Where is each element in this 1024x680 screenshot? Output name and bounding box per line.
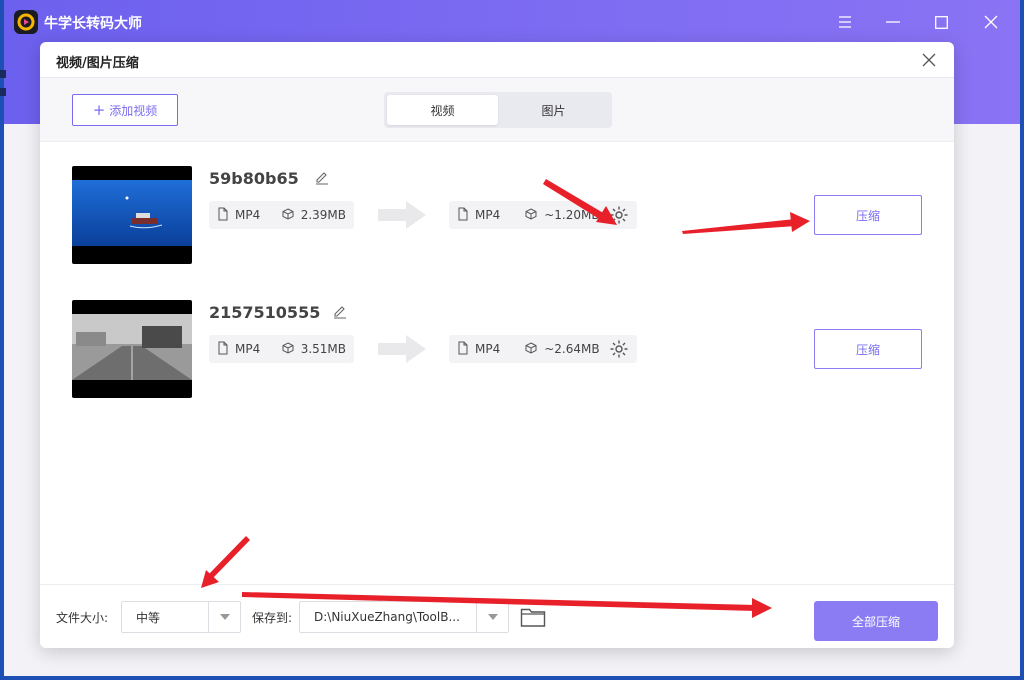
background-fragment bbox=[0, 70, 6, 78]
source-format: MP4 bbox=[235, 342, 261, 356]
open-folder-icon[interactable] bbox=[520, 606, 546, 628]
file-name: 59b80b65 bbox=[209, 169, 299, 188]
dialog-footer: 文件大小: 中等 保存到: D:\NiuXueZhang\ToolB... 全部… bbox=[40, 584, 954, 648]
background-fragment bbox=[0, 88, 6, 96]
dialog-close-icon[interactable] bbox=[920, 51, 938, 69]
source-size: 2.39MB bbox=[300, 208, 346, 222]
file-size-icon bbox=[281, 341, 295, 358]
add-video-button[interactable]: + 添加视频 bbox=[72, 94, 178, 126]
thumbnail-street-image bbox=[72, 314, 192, 380]
window-close-icon[interactable] bbox=[976, 8, 1006, 36]
app-logo-icon bbox=[14, 10, 38, 34]
minimize-icon[interactable] bbox=[878, 8, 908, 36]
add-video-label: 添加视频 bbox=[109, 103, 158, 118]
file-size-label: 文件大小: bbox=[56, 611, 109, 625]
video-thumbnail[interactable] bbox=[72, 166, 192, 264]
output-size: ~2.64MB bbox=[544, 342, 600, 356]
edit-name-icon[interactable] bbox=[332, 304, 348, 320]
compress-button[interactable]: 压缩 bbox=[814, 329, 922, 369]
source-format: MP4 bbox=[235, 208, 261, 222]
file-format-icon bbox=[457, 207, 469, 224]
output-format: MP4 bbox=[475, 342, 501, 356]
convert-arrow-icon bbox=[376, 333, 428, 365]
file-size-icon bbox=[524, 207, 538, 224]
media-type-tabs: 视频 图片 bbox=[384, 92, 612, 128]
tab-image[interactable]: 图片 bbox=[498, 95, 609, 125]
thumbnail-ocean-image bbox=[72, 180, 192, 246]
plus-icon: + bbox=[92, 100, 106, 119]
save-path-value: D:\NiuXueZhang\ToolB... bbox=[314, 610, 460, 624]
output-settings-gear-icon[interactable] bbox=[609, 205, 629, 225]
save-path-select[interactable]: D:\NiuXueZhang\ToolB... bbox=[299, 601, 509, 633]
video-thumbnail[interactable] bbox=[72, 300, 192, 398]
tab-video[interactable]: 视频 bbox=[387, 95, 498, 125]
convert-arrow-icon bbox=[376, 199, 428, 231]
file-list: 59b80b65 MP4 2.39MB MP4 ~1.20MB 压缩 21575… bbox=[40, 142, 954, 584]
file-name: 2157510555 bbox=[209, 303, 321, 322]
output-settings-gear-icon[interactable] bbox=[609, 339, 629, 359]
file-format-icon bbox=[457, 341, 469, 358]
compress-dialog: 视频/图片压缩 + 添加视频 视频 图片 59b80b65 MP4 2.39MB… bbox=[40, 42, 954, 648]
menu-icon[interactable] bbox=[830, 8, 860, 36]
file-size-value: 中等 bbox=[136, 610, 161, 625]
file-size-icon bbox=[524, 341, 538, 358]
compress-button[interactable]: 压缩 bbox=[814, 195, 922, 235]
output-format: MP4 bbox=[475, 208, 501, 222]
save-to-label: 保存到: bbox=[252, 611, 293, 625]
dialog-title: 视频/图片压缩 bbox=[56, 56, 139, 71]
output-size: ~1.20MB bbox=[544, 208, 600, 222]
file-format-icon bbox=[217, 207, 229, 224]
file-size-icon bbox=[281, 207, 295, 224]
edit-name-icon[interactable] bbox=[314, 170, 330, 186]
dialog-toolbar: + 添加视频 视频 图片 bbox=[40, 78, 954, 142]
compress-all-button[interactable]: 全部压缩 bbox=[814, 601, 938, 641]
maximize-icon[interactable] bbox=[926, 8, 956, 36]
chevron-down-icon[interactable] bbox=[476, 602, 508, 632]
file-row: 2157510555 MP4 3.51MB MP4 ~2.64MB 压缩 bbox=[40, 276, 954, 398]
dialog-header: 视频/图片压缩 bbox=[40, 42, 954, 78]
source-info: MP4 3.51MB bbox=[209, 335, 354, 363]
file-size-select[interactable]: 中等 bbox=[121, 601, 241, 633]
app-title: 牛学长转码大师 bbox=[44, 16, 142, 32]
file-row: 59b80b65 MP4 2.39MB MP4 ~1.20MB 压缩 bbox=[40, 142, 954, 264]
file-format-icon bbox=[217, 341, 229, 358]
source-info: MP4 2.39MB bbox=[209, 201, 354, 229]
source-size: 3.51MB bbox=[300, 342, 346, 356]
chevron-down-icon[interactable] bbox=[208, 602, 240, 632]
